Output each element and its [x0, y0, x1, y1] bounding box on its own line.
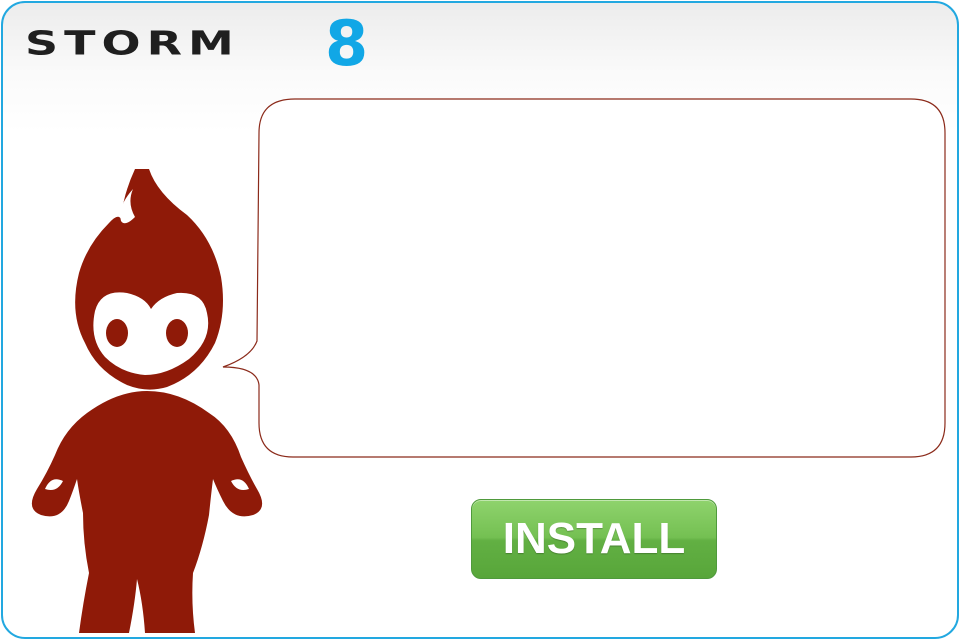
install-button-label: INSTALL: [502, 514, 686, 563]
install-button[interactable]: INSTALL: [471, 499, 717, 579]
app-frame: STORM 8 INSTALL: [1, 1, 959, 639]
speech-bubble-text: [273, 118, 923, 438]
storm8-logo: STORM 8: [25, 13, 377, 75]
flame-mascot-icon: [31, 169, 263, 633]
logo-digit: 8: [325, 7, 369, 80]
logo-wordmark: STORM: [25, 23, 240, 63]
